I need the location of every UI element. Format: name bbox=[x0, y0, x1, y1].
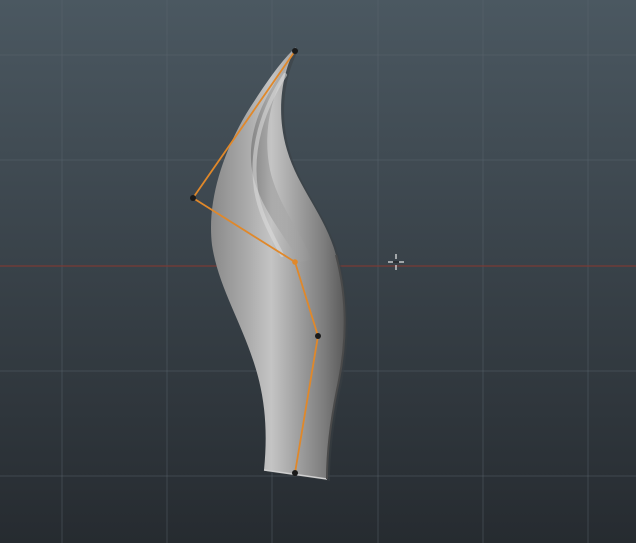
viewport-canvas[interactable] bbox=[0, 0, 636, 543]
3d-viewport[interactable] bbox=[0, 0, 636, 543]
control-vertex[interactable] bbox=[190, 195, 196, 201]
control-vertex[interactable] bbox=[315, 333, 321, 339]
control-vertex[interactable] bbox=[292, 470, 298, 476]
control-vertex-active[interactable] bbox=[292, 259, 298, 265]
control-vertex[interactable] bbox=[292, 48, 298, 54]
